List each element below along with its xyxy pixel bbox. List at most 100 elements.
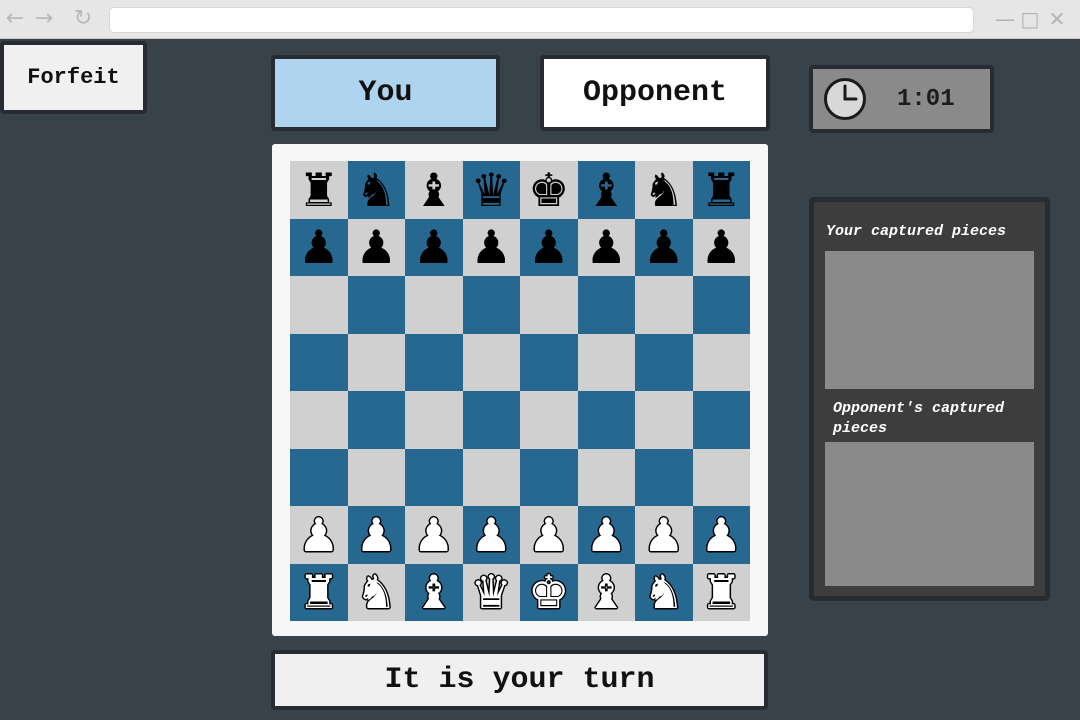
black-pawn-icon[interactable]: ♟	[643, 224, 684, 270]
forward-arrow-icon[interactable]: →	[31, 6, 57, 32]
square-d4[interactable]	[462, 391, 520, 449]
square-d3[interactable]	[462, 448, 520, 506]
square-c1[interactable]: ♝	[405, 563, 463, 621]
square-g4[interactable]	[635, 391, 693, 449]
white-rook-icon[interactable]: ♜	[701, 569, 742, 615]
square-f8[interactable]: ♝	[577, 161, 635, 219]
black-pawn-icon[interactable]: ♟	[356, 224, 397, 270]
white-pawn-icon[interactable]: ♟	[471, 512, 512, 558]
square-c7[interactable]: ♟	[405, 218, 463, 276]
black-pawn-icon[interactable]: ♟	[471, 224, 512, 270]
white-bishop-icon[interactable]: ♝	[413, 569, 454, 615]
reload-icon[interactable]: ↻	[70, 6, 96, 32]
white-pawn-icon[interactable]: ♟	[298, 512, 339, 558]
address-bar[interactable]	[109, 7, 974, 33]
square-f4[interactable]	[577, 391, 635, 449]
square-f3[interactable]	[577, 448, 635, 506]
square-f7[interactable]: ♟	[577, 218, 635, 276]
black-knight-icon[interactable]: ♞	[356, 167, 397, 213]
black-rook-icon[interactable]: ♜	[298, 167, 339, 213]
white-bishop-icon[interactable]: ♝	[586, 569, 627, 615]
square-d1[interactable]: ♛	[462, 563, 520, 621]
square-b3[interactable]	[347, 448, 405, 506]
black-queen-icon[interactable]: ♛	[471, 167, 512, 213]
back-arrow-icon[interactable]: ←	[2, 6, 28, 32]
square-e1[interactable]: ♚	[520, 563, 578, 621]
square-e4[interactable]	[520, 391, 578, 449]
square-h8[interactable]: ♜	[692, 161, 750, 219]
square-b7[interactable]: ♟	[347, 218, 405, 276]
square-e6[interactable]	[520, 276, 578, 334]
white-queen-icon[interactable]: ♛	[471, 569, 512, 615]
square-h7[interactable]: ♟	[692, 218, 750, 276]
square-d5[interactable]	[462, 333, 520, 391]
square-b4[interactable]	[347, 391, 405, 449]
square-f6[interactable]	[577, 276, 635, 334]
square-a6[interactable]	[290, 276, 348, 334]
white-king-icon[interactable]: ♚	[528, 569, 569, 615]
square-h6[interactable]	[692, 276, 750, 334]
black-pawn-icon[interactable]: ♟	[701, 224, 742, 270]
minimize-icon[interactable]: —	[993, 6, 1017, 32]
square-d8[interactable]: ♛	[462, 161, 520, 219]
square-h5[interactable]	[692, 333, 750, 391]
close-icon[interactable]: ✕	[1045, 6, 1069, 32]
square-b6[interactable]	[347, 276, 405, 334]
black-pawn-icon[interactable]: ♟	[298, 224, 339, 270]
square-e7[interactable]: ♟	[520, 218, 578, 276]
black-rook-icon[interactable]: ♜	[701, 167, 742, 213]
square-a4[interactable]	[290, 391, 348, 449]
square-a1[interactable]: ♜	[290, 563, 348, 621]
square-e3[interactable]	[520, 448, 578, 506]
square-a5[interactable]	[290, 333, 348, 391]
square-d6[interactable]	[462, 276, 520, 334]
square-e8[interactable]: ♚	[520, 161, 578, 219]
square-h2[interactable]: ♟	[692, 506, 750, 564]
square-b8[interactable]: ♞	[347, 161, 405, 219]
white-pawn-icon[interactable]: ♟	[528, 512, 569, 558]
square-c8[interactable]: ♝	[405, 161, 463, 219]
square-g7[interactable]: ♟	[635, 218, 693, 276]
square-a8[interactable]: ♜	[290, 161, 348, 219]
square-b2[interactable]: ♟	[347, 506, 405, 564]
forfeit-button[interactable]: Forfeit	[0, 41, 147, 114]
square-g6[interactable]	[635, 276, 693, 334]
square-c6[interactable]	[405, 276, 463, 334]
square-c2[interactable]: ♟	[405, 506, 463, 564]
black-pawn-icon[interactable]: ♟	[528, 224, 569, 270]
square-a7[interactable]: ♟	[290, 218, 348, 276]
square-f2[interactable]: ♟	[577, 506, 635, 564]
square-h3[interactable]	[692, 448, 750, 506]
black-pawn-icon[interactable]: ♟	[413, 224, 454, 270]
chess-board[interactable]: ♜ ♞ ♝ ♛ ♚ ♝ ♞ ♜ ♟ ♟ ♟ ♟ ♟ ♟ ♟ ♟ ♟ ♟ ♟ ♟ ♟ ♟ ♟ ♟ ♜ ♞ ♝ ♛ ♚ ♝ ♞ ♜	[290, 161, 750, 621]
white-pawn-icon[interactable]: ♟	[413, 512, 454, 558]
square-h1[interactable]: ♜	[692, 563, 750, 621]
square-b5[interactable]	[347, 333, 405, 391]
black-pawn-icon[interactable]: ♟	[586, 224, 627, 270]
square-a2[interactable]: ♟	[290, 506, 348, 564]
white-knight-icon[interactable]: ♞	[643, 569, 684, 615]
black-knight-icon[interactable]: ♞	[643, 167, 684, 213]
square-c3[interactable]	[405, 448, 463, 506]
square-c5[interactable]	[405, 333, 463, 391]
square-g8[interactable]: ♞	[635, 161, 693, 219]
white-pawn-icon[interactable]: ♟	[701, 512, 742, 558]
square-c4[interactable]	[405, 391, 463, 449]
black-king-icon[interactable]: ♚	[528, 167, 569, 213]
square-d7[interactable]: ♟	[462, 218, 520, 276]
square-g1[interactable]: ♞	[635, 563, 693, 621]
black-bishop-icon[interactable]: ♝	[413, 167, 454, 213]
square-f5[interactable]	[577, 333, 635, 391]
white-pawn-icon[interactable]: ♟	[643, 512, 684, 558]
square-g3[interactable]	[635, 448, 693, 506]
black-bishop-icon[interactable]: ♝	[586, 167, 627, 213]
square-e5[interactable]	[520, 333, 578, 391]
square-d2[interactable]: ♟	[462, 506, 520, 564]
square-g5[interactable]	[635, 333, 693, 391]
square-f1[interactable]: ♝	[577, 563, 635, 621]
square-g2[interactable]: ♟	[635, 506, 693, 564]
white-rook-icon[interactable]: ♜	[298, 569, 339, 615]
white-pawn-icon[interactable]: ♟	[356, 512, 397, 558]
white-knight-icon[interactable]: ♞	[356, 569, 397, 615]
square-e2[interactable]: ♟	[520, 506, 578, 564]
